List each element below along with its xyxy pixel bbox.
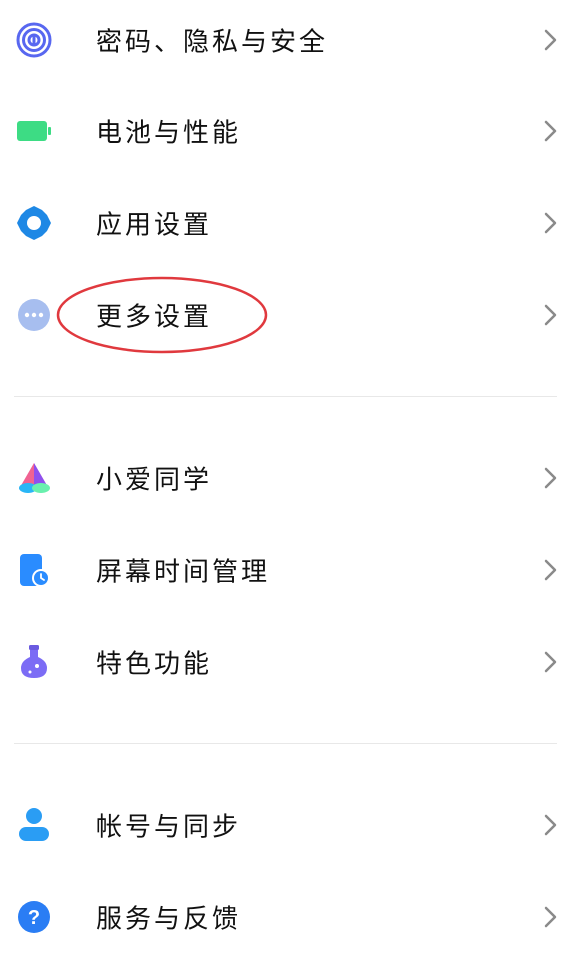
- account-icon: [16, 807, 52, 843]
- chevron-right-icon: [544, 814, 557, 836]
- more-dots-icon: [16, 297, 52, 333]
- settings-item-label: 屏幕时间管理: [96, 557, 271, 588]
- chevron-right-icon: [544, 651, 557, 673]
- fingerprint-icon: [16, 22, 52, 58]
- settings-item-label: 小爱同学: [96, 465, 213, 496]
- settings-item-password-privacy[interactable]: 密码、隐私与安全: [0, 0, 574, 80]
- section-divider: [14, 396, 557, 397]
- chevron-right-icon: [544, 120, 557, 142]
- chevron-right-icon: [544, 467, 557, 489]
- xiaoai-icon: [16, 460, 52, 496]
- chevron-right-icon: [544, 559, 557, 581]
- screen-time-icon: [16, 552, 52, 588]
- settings-item-label: 帐号与同步: [96, 812, 242, 843]
- settings-item-screen-time[interactable]: 屏幕时间管理: [0, 530, 574, 610]
- settings-item-label: 服务与反馈: [96, 904, 242, 935]
- settings-item-label: 特色功能: [96, 649, 213, 680]
- help-icon: ?: [16, 899, 52, 935]
- settings-item-label: 电池与性能: [96, 118, 242, 149]
- chevron-right-icon: [544, 212, 557, 234]
- gear-icon: [16, 205, 52, 241]
- settings-item-service-feedback[interactable]: ? 服务与反馈: [0, 877, 574, 957]
- settings-item-more-settings[interactable]: 更多设置: [0, 275, 574, 355]
- settings-item-battery[interactable]: 电池与性能: [0, 91, 574, 171]
- settings-item-account-sync[interactable]: 帐号与同步: [0, 785, 574, 865]
- flask-icon: [16, 644, 52, 680]
- settings-item-label: 密码、隐私与安全: [96, 27, 329, 58]
- battery-icon: [16, 113, 52, 149]
- settings-item-xiaoai[interactable]: 小爱同学: [0, 438, 574, 518]
- settings-item-features[interactable]: 特色功能: [0, 622, 574, 702]
- settings-item-label: 应用设置: [96, 210, 213, 241]
- chevron-right-icon: [544, 29, 557, 51]
- chevron-right-icon: [544, 906, 557, 928]
- chevron-right-icon: [544, 304, 557, 326]
- settings-item-app-settings[interactable]: 应用设置: [0, 183, 574, 263]
- section-divider: [14, 743, 557, 744]
- settings-item-label: 更多设置: [96, 302, 213, 333]
- svg-text:?: ?: [28, 907, 40, 929]
